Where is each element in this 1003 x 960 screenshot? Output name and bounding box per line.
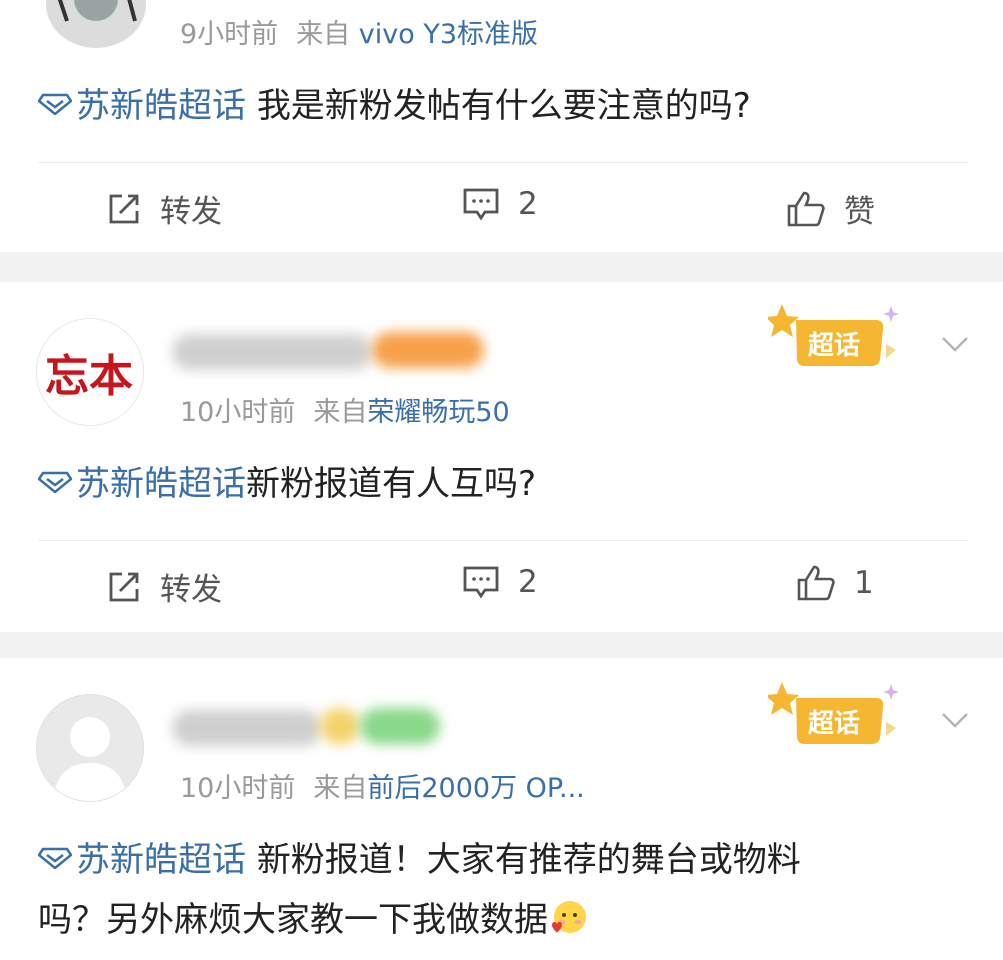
default-avatar-icon	[37, 695, 143, 801]
post-source[interactable]: vivo Y3标准版	[359, 19, 538, 50]
like-button[interactable]: 赞	[786, 186, 875, 231]
post-meta: 10小时前 来自前后2000万 OP...	[180, 766, 585, 805]
diamond-icon	[38, 847, 72, 869]
post-from-label: 来自	[313, 773, 368, 804]
repost-label: 转发	[160, 194, 222, 230]
username-blurred[interactable]	[172, 710, 322, 746]
supertopic-badge-text: 超话	[808, 709, 860, 739]
avatar-text: 忘本	[45, 351, 133, 402]
like-button[interactable]: 1	[796, 564, 874, 602]
blushing-emoji-icon	[552, 901, 586, 933]
repost-button[interactable]: 转发	[106, 564, 222, 609]
supertopic-link[interactable]: 苏新皓超话	[38, 840, 246, 880]
chevron-down-icon[interactable]	[940, 710, 970, 730]
supertopic-badge-icon[interactable]: 超话	[768, 302, 898, 372]
post-time: 9小时前	[180, 19, 279, 50]
repost-icon	[109, 572, 139, 601]
repost-button[interactable]: 转发	[106, 186, 222, 231]
diamond-icon	[38, 93, 72, 115]
avatar[interactable]: 忘本	[36, 318, 144, 426]
post-body-line1: 新粉报道！大家有推荐的舞台或物料	[256, 840, 801, 880]
post-from-label: 来自	[296, 19, 351, 50]
comment-button[interactable]: 2	[462, 564, 538, 600]
post-content: 苏新皓超话 我是新粉发帖有什么要注意的吗?	[38, 76, 968, 136]
post-content: 苏新皓超话 新粉报道！大家有推荐的舞台或物料 吗？另外麻烦大家教一下我做数据	[38, 830, 968, 950]
user-level-badge	[372, 332, 484, 368]
comment-count: 2	[518, 186, 538, 222]
comment-icon	[463, 566, 499, 599]
post-body: 我是新粉发帖有什么要注意的吗?	[256, 86, 751, 126]
post-time: 10小时前	[180, 773, 296, 804]
supertopic-label: 苏新皓超话	[76, 840, 246, 880]
supertopic-link[interactable]: 苏新皓超话	[38, 464, 246, 504]
user-level-badge	[320, 708, 360, 744]
post-card[interactable]: 9小时前 来自 vivo Y3标准版 苏新皓超话 我是新粉发帖有什么要注意的吗? …	[0, 0, 1003, 252]
post-meta: 9小时前 来自 vivo Y3标准版	[180, 12, 538, 51]
repost-label: 转发	[160, 572, 222, 608]
post-body: 新粉报道有人互吗?	[246, 464, 537, 504]
like-label: 赞	[844, 194, 875, 230]
post-source[interactable]: 前后2000万 OP...	[367, 773, 584, 804]
like-count: 1	[854, 565, 874, 601]
comment-count: 2	[518, 564, 538, 600]
divider	[38, 540, 968, 541]
chevron-down-icon[interactable]	[940, 334, 970, 354]
avatar[interactable]	[46, 0, 146, 48]
thumbs-up-icon	[797, 565, 835, 601]
post-meta: 10小时前 来自荣耀畅玩50	[180, 390, 510, 429]
supertopic-badge-icon[interactable]: 超话	[768, 680, 898, 750]
post-from-label: 来自	[313, 397, 368, 428]
post-body-line2: 吗？另外麻烦大家教一下我做数据	[38, 900, 548, 940]
avatar[interactable]	[36, 694, 144, 802]
user-vip-badge	[360, 708, 440, 744]
thumbs-up-icon	[787, 191, 825, 226]
comment-icon	[463, 188, 499, 221]
post-card[interactable]: 超话 10小时前 来自前后2000万 OP... 苏新皓超话 新粉报道！大家有推荐…	[0, 658, 1003, 960]
username-blurred[interactable]	[172, 334, 372, 370]
post-content: 苏新皓超话新粉报道有人互吗?	[38, 454, 968, 514]
divider	[38, 162, 968, 163]
supertopic-label: 苏新皓超话	[76, 464, 246, 504]
supertopic-label: 苏新皓超话	[76, 86, 246, 126]
post-time: 10小时前	[180, 397, 296, 428]
post-card[interactable]: 忘本 超话 10小时前 来自荣耀畅玩50 苏新皓超话新粉报道有人互吗? 转发 2 …	[0, 282, 1003, 632]
supertopic-badge-text: 超话	[808, 331, 860, 361]
repost-icon	[109, 194, 139, 223]
post-source[interactable]: 荣耀畅玩50	[367, 397, 509, 428]
diamond-icon	[38, 471, 72, 493]
comment-button[interactable]: 2	[462, 186, 538, 222]
supertopic-link[interactable]: 苏新皓超话	[38, 86, 246, 126]
